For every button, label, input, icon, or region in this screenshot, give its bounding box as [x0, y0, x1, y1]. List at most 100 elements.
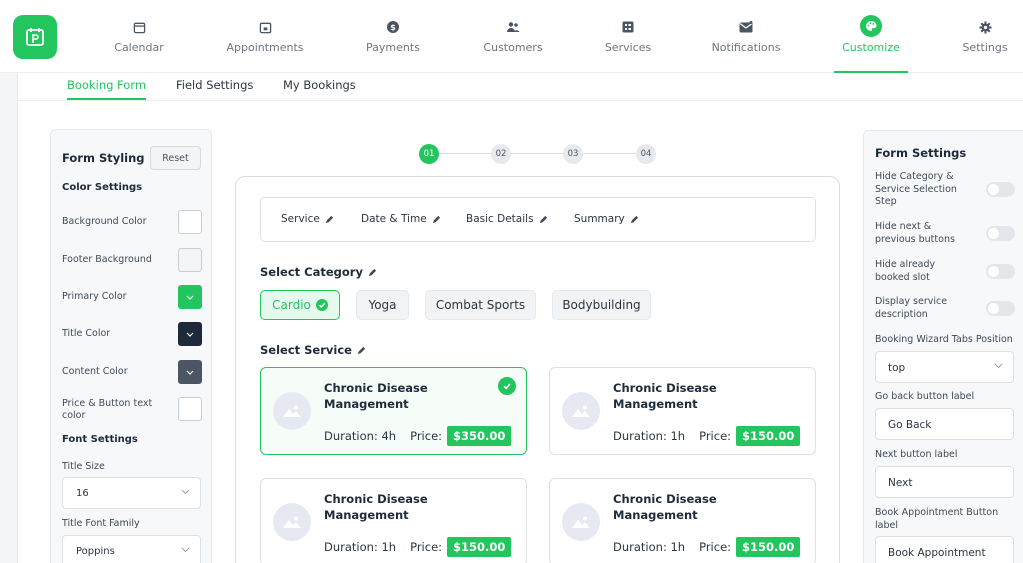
color-label: Primary Color — [62, 291, 127, 302]
hide-category-toggle[interactable] — [986, 182, 1015, 197]
color-label: Content Color — [62, 366, 128, 377]
envelope-icon — [738, 19, 754, 35]
step-03[interactable]: 03 — [563, 144, 583, 164]
display-description-toggle[interactable] — [986, 301, 1015, 316]
services-icon — [620, 19, 636, 35]
tab-booking-form[interactable]: Booking Form — [67, 78, 147, 100]
nav-payments[interactable]: $ Payments — [366, 0, 420, 73]
next-value: Next — [888, 477, 913, 489]
toggle-row-hide-booked: Hide already booked slot — [875, 259, 1015, 284]
subtabs: Booking Form Field Settings My Bookings — [18, 73, 1023, 101]
appointments-icon — [257, 19, 273, 35]
background-color-swatch[interactable] — [178, 210, 202, 234]
service-card[interactable]: Chronic Disease Management Duration: 1h … — [549, 367, 816, 455]
wizard-tab-summary[interactable]: Summary — [574, 213, 639, 225]
service-meta: Duration: 1h Price: $150.00 — [613, 426, 801, 446]
service-meta: Duration: 1h Price: $150.00 — [324, 537, 512, 557]
nav-label: Calendar — [114, 41, 164, 54]
hide-nav-buttons-toggle[interactable] — [986, 226, 1015, 241]
primary-color-swatch[interactable] — [178, 285, 202, 309]
title-size-select[interactable]: 16 — [62, 477, 201, 509]
select-category-heading: Select Category — [260, 265, 377, 279]
wizard-tab-basic-details[interactable]: Basic Details — [466, 213, 548, 225]
wizard-tab-service[interactable]: Service — [281, 213, 334, 225]
nav-label: Customers — [483, 41, 543, 54]
title-font-family-select[interactable]: Poppins — [62, 535, 201, 563]
tab-my-bookings[interactable]: My Bookings — [283, 78, 356, 98]
footer-background-swatch[interactable] — [178, 248, 202, 272]
price-button-text-swatch[interactable] — [178, 397, 202, 421]
price-label: Price: — [699, 540, 732, 554]
nav-label: Settings — [962, 41, 1008, 54]
duration-value: 4h — [381, 429, 397, 443]
pencil-icon[interactable] — [357, 346, 366, 355]
category-bodybuilding[interactable]: Bodybuilding — [552, 290, 651, 320]
select-service-heading: Select Service — [260, 343, 366, 357]
image-placeholder-icon — [273, 392, 311, 430]
category-combat-sports[interactable]: Combat Sports — [425, 290, 536, 320]
pencil-icon — [630, 215, 638, 223]
color-label: Title Color — [62, 328, 111, 339]
nav-customers[interactable]: Customers — [483, 0, 543, 73]
step-01[interactable]: 01 — [419, 144, 439, 164]
nav-notifications[interactable]: Notifications — [711, 0, 781, 73]
category-cardio[interactable]: Cardio — [260, 290, 340, 320]
wizard-tabs: Service Date & Time Basic Details Summar… — [260, 197, 816, 242]
form-styling-title: Form Styling — [62, 151, 145, 165]
service-name: Chronic Disease Management — [324, 492, 428, 522]
hide-booked-slot-toggle[interactable] — [986, 264, 1015, 279]
pencil-icon — [539, 215, 547, 223]
color-row-content: Content Color — [62, 360, 202, 386]
gear-icon — [977, 19, 993, 35]
nav-settings[interactable]: Settings — [962, 0, 1008, 73]
content-color-swatch[interactable] — [178, 360, 202, 384]
service-card[interactable]: Chronic Disease Management Duration: 1h … — [260, 478, 527, 563]
book-input[interactable]: Book Appointment — [875, 536, 1014, 563]
step-02[interactable]: 02 — [491, 144, 511, 164]
nav-label: Notifications — [711, 41, 781, 54]
nav-services[interactable]: Services — [605, 0, 651, 73]
category-label: Combat Sports — [435, 298, 526, 312]
service-name: Chronic Disease Management — [613, 492, 717, 522]
nav-appointments[interactable]: Appointments — [226, 0, 304, 73]
color-row-price-button: Price & Button text color — [62, 397, 202, 423]
service-name: Chronic Disease Management — [613, 381, 717, 411]
nav-label: Customize — [842, 41, 900, 54]
tabs-position-select[interactable]: top — [875, 351, 1014, 383]
nav-customize[interactable]: Customize — [834, 0, 908, 73]
service-card[interactable]: Chronic Disease Management Duration: 4h … — [260, 367, 527, 455]
select-service-title: Select Service — [260, 343, 352, 357]
pencil-icon[interactable] — [368, 268, 377, 277]
category-yoga[interactable]: Yoga — [356, 290, 409, 320]
step-04[interactable]: 04 — [636, 144, 656, 164]
duration-label: Duration: — [324, 429, 378, 443]
color-label: Footer Background — [62, 254, 152, 265]
reset-button[interactable]: Reset — [150, 146, 201, 170]
wizard-tab-label: Basic Details — [466, 213, 534, 225]
service-meta: Duration: 1h Price: $150.00 — [613, 537, 801, 557]
service-card[interactable]: Chronic Disease Management Duration: 1h … — [549, 478, 816, 563]
tab-field-settings[interactable]: Field Settings — [176, 78, 253, 98]
chevron-down-icon — [994, 363, 1003, 369]
top-navigation: Calendar Appointments $ Payments Custome… — [0, 0, 1023, 73]
toggle-row-display-description: Display service description — [875, 296, 1015, 321]
image-placeholder-icon — [273, 503, 311, 541]
color-label: Price & Button text color — [62, 398, 153, 421]
next-input[interactable]: Next — [875, 466, 1014, 498]
category-label: Cardio — [272, 298, 311, 312]
title-color-swatch[interactable] — [178, 322, 202, 346]
form-settings-title: Form Settings — [875, 146, 967, 160]
toggle-label: Hide already booked slot — [875, 259, 936, 283]
booking-form-preview: Service Date & Time Basic Details Summar… — [235, 176, 840, 563]
check-circle-icon — [315, 299, 328, 311]
app-logo[interactable] — [13, 15, 57, 59]
wizard-tab-label: Date & Time — [361, 213, 427, 225]
toggle-label: Display service description — [875, 296, 948, 320]
wizard-tab-date-time[interactable]: Date & Time — [361, 213, 441, 225]
go-back-input[interactable]: Go Back — [875, 408, 1014, 440]
step-connector — [510, 153, 565, 154]
duration-label: Duration: — [613, 429, 667, 443]
nav-calendar[interactable]: Calendar — [113, 0, 165, 73]
color-row-background: Background Color — [62, 210, 202, 236]
chevron-down-icon — [181, 489, 190, 495]
